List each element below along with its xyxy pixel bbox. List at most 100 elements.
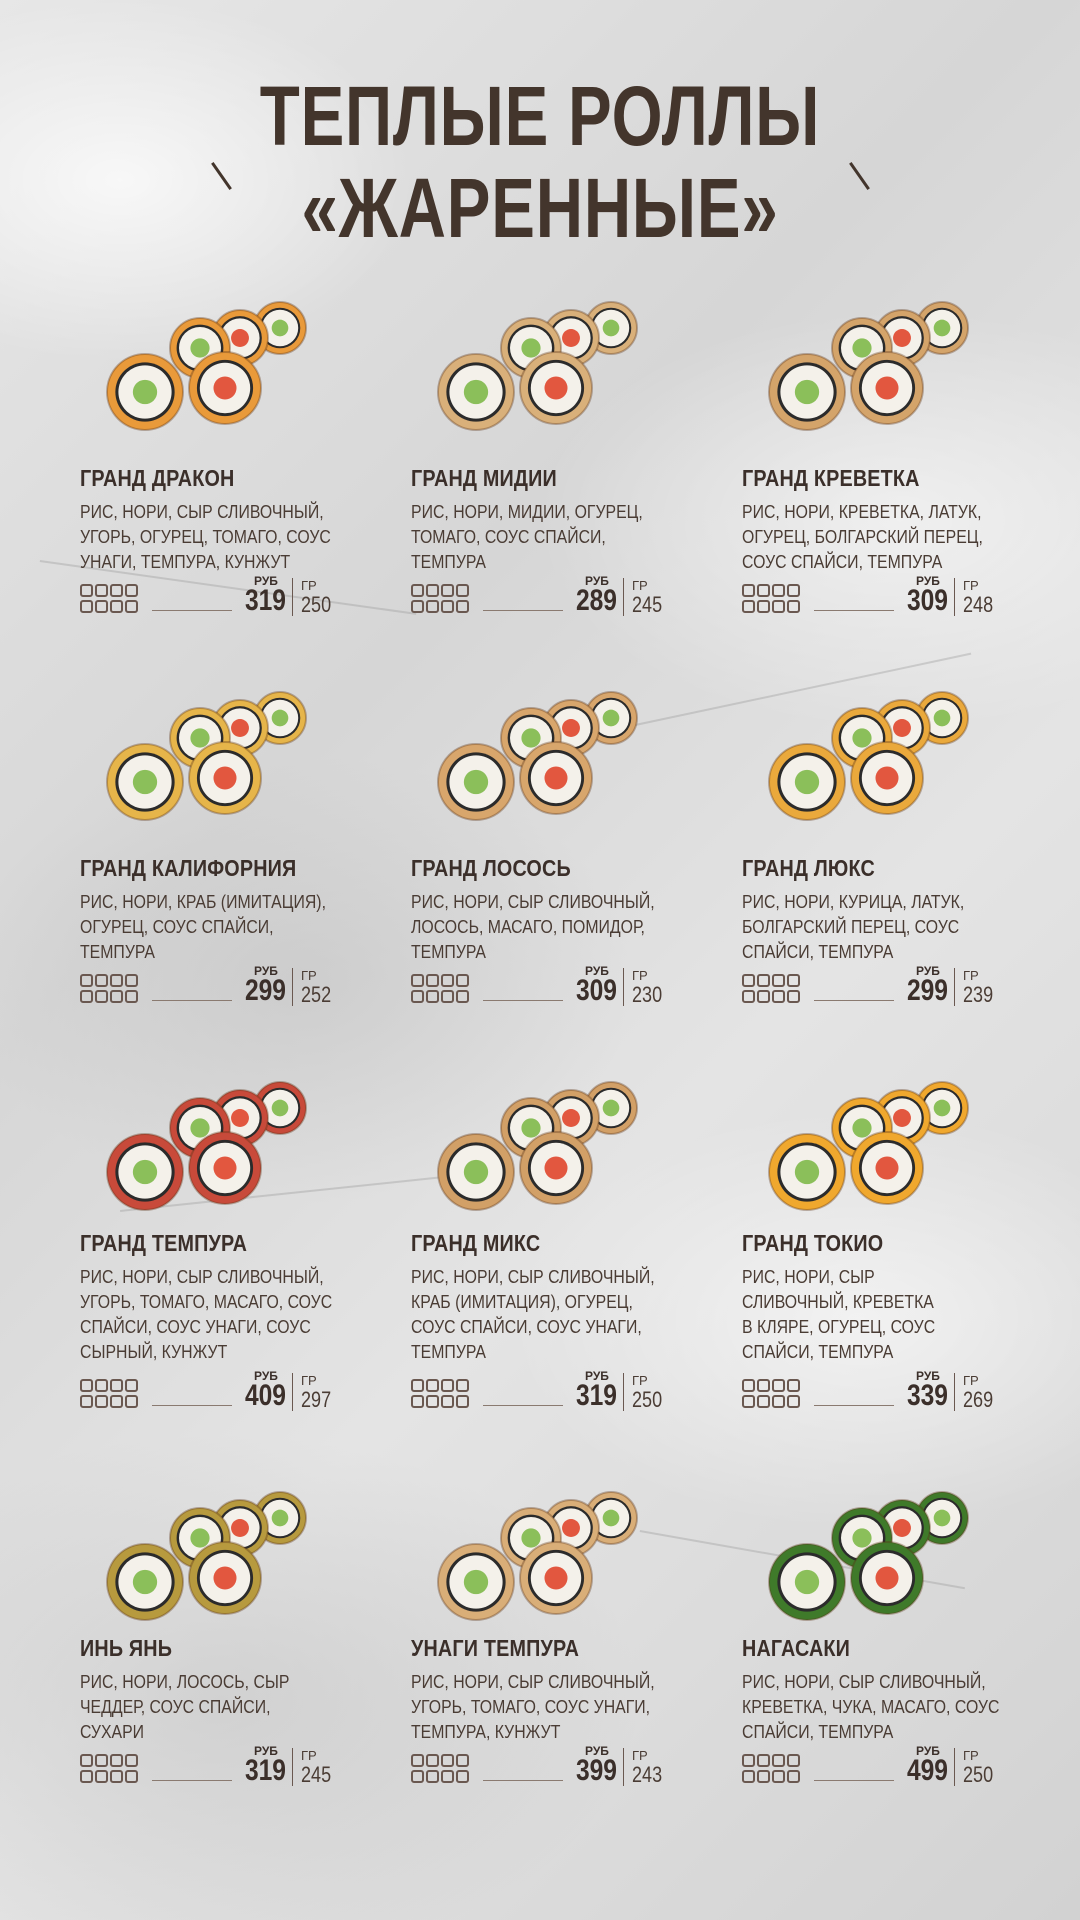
price-divider: [954, 578, 955, 616]
description-line: РИС, НОРИ, КУРИЦА, ЛАТУК,: [742, 892, 965, 912]
roll-photo: [106, 1491, 307, 1621]
item-name: ГРАНД ДРАКОН: [80, 465, 235, 491]
description-line: СОУС СПАЙСИ, СОУС УНАГИ,: [411, 1317, 642, 1337]
roll-piece: [768, 353, 846, 431]
price-row: РУБ 309 ГР 248: [742, 570, 1042, 620]
title-line-2: «ЖАРЕННЫЕ»: [301, 161, 779, 255]
item-price: 309: [575, 974, 617, 1007]
roll-piece: [768, 743, 846, 821]
pieces-icon: [742, 974, 802, 1004]
item-price: 499: [906, 1754, 948, 1787]
item-weight: 297: [301, 1387, 332, 1412]
roll-piece: [106, 353, 184, 431]
item-name: ГРАНД КАЛИФОРНИЯ: [80, 855, 297, 881]
item-description: РИС, НОРИ, КРАБ (ИМИТАЦИЯ), ОГУРЕЦ, СОУС …: [80, 890, 344, 965]
price-row: РУБ 409 ГР 297: [80, 1365, 380, 1415]
menu-item: ГРАНД МИДИИ РИС, НОРИ, МИДИИ, ОГУРЕЦ, ТОМА…: [411, 300, 711, 680]
item-price: 319: [244, 1754, 286, 1787]
menu-item: ИНЬ ЯНЬ РИС, НОРИ, ЛОСОСЬ, СЫР ЧЕДДЕР, СОУ…: [80, 1490, 380, 1870]
leader-line: [483, 1000, 563, 1001]
weight-unit: ГР: [301, 1748, 317, 1763]
roll-piece: [437, 1543, 515, 1621]
description-line: КРЕВЕТКА, ЧУКА, МАСАГО, СОУС: [742, 1697, 1000, 1717]
roll-piece: [188, 1541, 262, 1615]
item-price: 299: [244, 974, 286, 1007]
roll-piece: [519, 741, 593, 815]
roll-photo: [437, 1491, 638, 1621]
description-line: СЛИВОЧНЫЙ, КРЕВЕТКА: [742, 1292, 934, 1312]
pieces-icon: [411, 1379, 471, 1409]
leader-line: [814, 1405, 894, 1406]
description-line: ЛОСОСЬ, МАСАГО, ПОМИДОР,: [411, 917, 645, 937]
roll-photo: [437, 301, 638, 431]
roll-piece: [519, 351, 593, 425]
leader-line: [152, 610, 232, 611]
item-name: НАГАСАКИ: [742, 1635, 851, 1661]
menu-item: ГРАНД ДРАКОН РИС, НОРИ, СЫР СЛИВОЧНЫЙ, УГО…: [80, 300, 380, 680]
price-divider: [292, 1748, 293, 1786]
pieces-icon: [80, 1379, 140, 1409]
price-row: РУБ 499 ГР 250: [742, 1740, 1042, 1790]
price-divider: [292, 578, 293, 616]
roll-piece: [188, 1131, 262, 1205]
menu-item: ГРАНД КРЕВЕТКА РИС, НОРИ, КРЕВЕТКА, ЛАТУК…: [742, 300, 1042, 680]
price-divider: [623, 1373, 624, 1411]
menu-item: ГРАНД КАЛИФОРНИЯ РИС, НОРИ, КРАБ (ИМИТАЦИ…: [80, 690, 380, 1070]
roll-piece: [850, 1541, 924, 1615]
roll-piece: [850, 351, 924, 425]
price-row: РУБ 319 ГР 245: [80, 1740, 380, 1790]
pieces-icon: [80, 584, 140, 614]
roll-photo: [768, 691, 969, 821]
item-name: ГРАНД МИДИИ: [411, 465, 557, 491]
description-line: ТЕМПУРА: [411, 1342, 486, 1362]
item-description: РИС, НОРИ, СЫР СЛИВОЧНЫЙ, УГОРЬ, ОГУРЕЦ, …: [80, 500, 344, 575]
leader-line: [483, 1780, 563, 1781]
price-row: РУБ 339 ГР 269: [742, 1365, 1042, 1415]
roll-piece: [850, 1131, 924, 1205]
roll-piece: [188, 351, 262, 425]
roll-photo: [437, 691, 638, 821]
item-description: РИС, НОРИ, СЫР СЛИВОЧНЫЙ, КРАБ (ИМИТАЦИЯ)…: [411, 1265, 675, 1365]
roll-photo: [768, 301, 969, 431]
item-weight: 250: [301, 592, 332, 617]
item-weight: 245: [301, 1762, 332, 1787]
item-description: РИС, НОРИ, КРЕВЕТКА, ЛАТУК, ОГУРЕЦ, БОЛГА…: [742, 500, 1006, 575]
roll-photo: [437, 1081, 638, 1211]
weight-unit: ГР: [963, 578, 979, 593]
roll-piece: [519, 1131, 593, 1205]
item-weight: 269: [963, 1387, 994, 1412]
description-line: УГОРЬ, ТОМАГО, МАСАГО, СОУС: [80, 1292, 333, 1312]
roll-piece: [437, 1133, 515, 1211]
price-divider: [623, 968, 624, 1006]
description-line: РИС, НОРИ, МИДИИ, ОГУРЕЦ,: [411, 502, 643, 522]
roll-piece: [106, 743, 184, 821]
price-divider: [954, 968, 955, 1006]
leader-line: [152, 1780, 232, 1781]
leader-line: [152, 1405, 232, 1406]
leader-line: [814, 1780, 894, 1781]
description-line: СПАЙСИ, ТЕМПУРА: [742, 1342, 894, 1362]
item-name: ГРАНД ТОКИО: [742, 1230, 884, 1256]
item-description: РИС, НОРИ, ЛОСОСЬ, СЫР ЧЕДДЕР, СОУС СПАЙС…: [80, 1670, 344, 1745]
description-line: РИС, НОРИ, СЫР СЛИВОЧНЫЙ,: [80, 502, 324, 522]
description-line: РИС, НОРИ, ЛОСОСЬ, СЫР: [80, 1672, 290, 1692]
weight-unit: ГР: [301, 968, 317, 983]
item-price: 309: [906, 584, 948, 617]
item-weight: 245: [632, 592, 663, 617]
description-line: РИС, НОРИ, КРЕВЕТКА, ЛАТУК,: [742, 502, 982, 522]
leader-line: [483, 1405, 563, 1406]
weight-unit: ГР: [963, 1373, 979, 1388]
menu-item: ГРАНД МИКС РИС, НОРИ, СЫР СЛИВОЧНЫЙ, КРАБ …: [411, 1080, 711, 1460]
item-price: 319: [244, 584, 286, 617]
leader-line: [814, 1000, 894, 1001]
description-line: БОЛГАРСКИЙ ПЕРЕЦ, СОУС: [742, 917, 960, 937]
price-divider: [954, 1748, 955, 1786]
roll-piece: [519, 1541, 593, 1615]
description-line: РИС, НОРИ, КРАБ (ИМИТАЦИЯ),: [80, 892, 326, 912]
item-price: 399: [575, 1754, 617, 1787]
menu-item: ГРАНД ТОКИО РИС, НОРИ, СЫР СЛИВОЧНЫЙ, КРЕВ…: [742, 1080, 1042, 1460]
item-description: РИС, НОРИ, СЫР СЛИВОЧНЫЙ, КРЕВЕТКА В КЛЯРЕ…: [742, 1265, 1006, 1365]
item-name: ГРАНД ЛЮКС: [742, 855, 875, 881]
description-line: КРАБ (ИМИТАЦИЯ), ОГУРЕЦ,: [411, 1292, 633, 1312]
price-row: РУБ 289 ГР 245: [411, 570, 711, 620]
